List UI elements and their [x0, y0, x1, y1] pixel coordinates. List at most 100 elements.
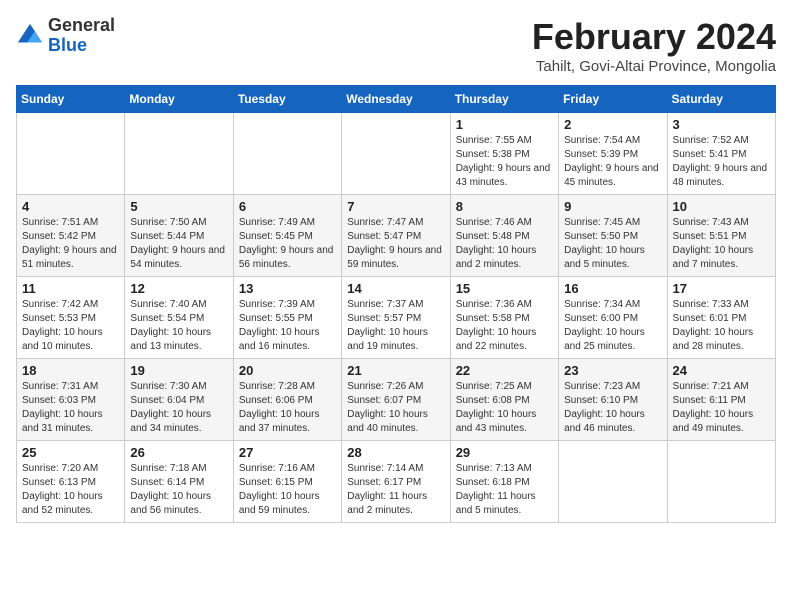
weekday-header: Wednesday: [342, 86, 450, 113]
calendar-cell: 7 Sunrise: 7:47 AM Sunset: 5:47 PM Daylig…: [342, 195, 450, 277]
weekday-header: Tuesday: [233, 86, 341, 113]
logo-text: General Blue: [48, 16, 115, 56]
day-number: 14: [347, 281, 444, 296]
day-number: 9: [564, 199, 661, 214]
day-info: Sunrise: 7:31 AM Sunset: 6:03 PM Dayligh…: [22, 380, 119, 436]
day-info: Sunrise: 7:30 AM Sunset: 6:04 PM Dayligh…: [130, 380, 227, 436]
calendar-cell: 26 Sunrise: 7:18 AM Sunset: 6:14 PM Dayli…: [125, 441, 233, 523]
day-number: 24: [673, 363, 770, 378]
day-number: 11: [22, 281, 119, 296]
day-number: 1: [456, 117, 553, 132]
day-number: 18: [22, 363, 119, 378]
day-info: Sunrise: 7:16 AM Sunset: 6:15 PM Dayligh…: [239, 462, 336, 518]
logo-icon: [16, 22, 44, 50]
day-info: Sunrise: 7:55 AM Sunset: 5:38 PM Dayligh…: [456, 134, 553, 190]
calendar-cell: 29 Sunrise: 7:13 AM Sunset: 6:18 PM Dayli…: [450, 441, 558, 523]
calendar-week-row: 11Sunrise: 7:42 AM Sunset: 5:53 PM Dayli…: [17, 277, 776, 359]
page-header: General Blue February 2024 Tahilt, Govi-…: [16, 16, 776, 75]
calendar-cell: 21Sunrise: 7:26 AM Sunset: 6:07 PM Dayli…: [342, 359, 450, 441]
day-info: Sunrise: 7:47 AM Sunset: 5:47 PM Dayligh…: [347, 216, 444, 272]
calendar-cell: 10 Sunrise: 7:43 AM Sunset: 5:51 PM Dayli…: [667, 195, 775, 277]
day-number: 29: [456, 445, 553, 460]
calendar-cell: 22Sunrise: 7:25 AM Sunset: 6:08 PM Dayli…: [450, 359, 558, 441]
day-number: 22: [456, 363, 553, 378]
calendar-cell: 18 Sunrise: 7:31 AM Sunset: 6:03 PM Dayli…: [17, 359, 125, 441]
calendar-cell: 25Sunrise: 7:20 AM Sunset: 6:13 PM Dayli…: [17, 441, 125, 523]
title-block: February 2024 Tahilt, Govi-Altai Provinc…: [532, 16, 776, 75]
day-number: 28: [347, 445, 444, 460]
calendar-cell: 9Sunrise: 7:45 AM Sunset: 5:50 PM Daylig…: [559, 195, 667, 277]
day-info: Sunrise: 7:23 AM Sunset: 6:10 PM Dayligh…: [564, 380, 661, 436]
day-info: Sunrise: 7:39 AM Sunset: 5:55 PM Dayligh…: [239, 298, 336, 354]
day-info: Sunrise: 7:26 AM Sunset: 6:07 PM Dayligh…: [347, 380, 444, 436]
day-info: Sunrise: 7:54 AM Sunset: 5:39 PM Dayligh…: [564, 134, 661, 190]
calendar-cell: 19Sunrise: 7:30 AM Sunset: 6:04 PM Dayli…: [125, 359, 233, 441]
day-number: 12: [130, 281, 227, 296]
day-number: 25: [22, 445, 119, 460]
day-info: Sunrise: 7:52 AM Sunset: 5:41 PM Dayligh…: [673, 134, 770, 190]
day-info: Sunrise: 7:51 AM Sunset: 5:42 PM Dayligh…: [22, 216, 119, 272]
calendar-cell: 23 Sunrise: 7:23 AM Sunset: 6:10 PM Dayli…: [559, 359, 667, 441]
calendar-cell: 27 Sunrise: 7:16 AM Sunset: 6:15 PM Dayli…: [233, 441, 341, 523]
day-number: 6: [239, 199, 336, 214]
calendar-cell: 20Sunrise: 7:28 AM Sunset: 6:06 PM Dayli…: [233, 359, 341, 441]
location: Tahilt, Govi-Altai Province, Mongolia: [532, 58, 776, 75]
day-number: 4: [22, 199, 119, 214]
calendar-week-row: 18 Sunrise: 7:31 AM Sunset: 6:03 PM Dayli…: [17, 359, 776, 441]
calendar-cell: 3 Sunrise: 7:52 AM Sunset: 5:41 PM Daylig…: [667, 113, 775, 195]
day-number: 23: [564, 363, 661, 378]
calendar-cell: 13 Sunrise: 7:39 AM Sunset: 5:55 PM Dayli…: [233, 277, 341, 359]
day-info: Sunrise: 7:36 AM Sunset: 5:58 PM Dayligh…: [456, 298, 553, 354]
day-info: Sunrise: 7:49 AM Sunset: 5:45 PM Dayligh…: [239, 216, 336, 272]
day-info: Sunrise: 7:13 AM Sunset: 6:18 PM Dayligh…: [456, 462, 553, 518]
calendar-cell: [125, 113, 233, 195]
day-info: Sunrise: 7:21 AM Sunset: 6:11 PM Dayligh…: [673, 380, 770, 436]
calendar-cell: [559, 441, 667, 523]
day-number: 27: [239, 445, 336, 460]
day-number: 10: [673, 199, 770, 214]
day-number: 17: [673, 281, 770, 296]
calendar-cell: [342, 113, 450, 195]
calendar-cell: 1 Sunrise: 7:55 AM Sunset: 5:38 PM Daylig…: [450, 113, 558, 195]
calendar-cell: 4 Sunrise: 7:51 AM Sunset: 5:42 PM Daylig…: [17, 195, 125, 277]
month-title: February 2024: [532, 16, 776, 58]
calendar-cell: 17 Sunrise: 7:33 AM Sunset: 6:01 PM Dayli…: [667, 277, 775, 359]
calendar-cell: [17, 113, 125, 195]
day-info: Sunrise: 7:14 AM Sunset: 6:17 PM Dayligh…: [347, 462, 444, 518]
day-number: 2: [564, 117, 661, 132]
day-info: Sunrise: 7:18 AM Sunset: 6:14 PM Dayligh…: [130, 462, 227, 518]
day-number: 16: [564, 281, 661, 296]
calendar-cell: 28 Sunrise: 7:14 AM Sunset: 6:17 PM Dayli…: [342, 441, 450, 523]
calendar-cell: 5 Sunrise: 7:50 AM Sunset: 5:44 PM Daylig…: [125, 195, 233, 277]
day-number: 26: [130, 445, 227, 460]
calendar-week-row: 25Sunrise: 7:20 AM Sunset: 6:13 PM Dayli…: [17, 441, 776, 523]
day-number: 13: [239, 281, 336, 296]
day-info: Sunrise: 7:50 AM Sunset: 5:44 PM Dayligh…: [130, 216, 227, 272]
day-number: 15: [456, 281, 553, 296]
logo: General Blue: [16, 16, 115, 56]
calendar-cell: [667, 441, 775, 523]
day-number: 7: [347, 199, 444, 214]
weekday-header: Saturday: [667, 86, 775, 113]
calendar-cell: 11Sunrise: 7:42 AM Sunset: 5:53 PM Dayli…: [17, 277, 125, 359]
day-info: Sunrise: 7:40 AM Sunset: 5:54 PM Dayligh…: [130, 298, 227, 354]
calendar-cell: 8 Sunrise: 7:46 AM Sunset: 5:48 PM Daylig…: [450, 195, 558, 277]
calendar-cell: 24 Sunrise: 7:21 AM Sunset: 6:11 PM Dayli…: [667, 359, 775, 441]
calendar-cell: 2 Sunrise: 7:54 AM Sunset: 5:39 PM Daylig…: [559, 113, 667, 195]
calendar-table: SundayMondayTuesdayWednesdayThursdayFrid…: [16, 85, 776, 523]
weekday-header: Friday: [559, 86, 667, 113]
logo-blue: Blue: [48, 36, 115, 56]
calendar-cell: 12 Sunrise: 7:40 AM Sunset: 5:54 PM Dayli…: [125, 277, 233, 359]
calendar-cell: 16Sunrise: 7:34 AM Sunset: 6:00 PM Dayli…: [559, 277, 667, 359]
day-info: Sunrise: 7:33 AM Sunset: 6:01 PM Dayligh…: [673, 298, 770, 354]
day-number: 3: [673, 117, 770, 132]
day-number: 8: [456, 199, 553, 214]
day-number: 5: [130, 199, 227, 214]
day-info: Sunrise: 7:43 AM Sunset: 5:51 PM Dayligh…: [673, 216, 770, 272]
calendar-cell: 14 Sunrise: 7:37 AM Sunset: 5:57 PM Dayli…: [342, 277, 450, 359]
day-info: Sunrise: 7:37 AM Sunset: 5:57 PM Dayligh…: [347, 298, 444, 354]
day-info: Sunrise: 7:46 AM Sunset: 5:48 PM Dayligh…: [456, 216, 553, 272]
calendar-cell: [233, 113, 341, 195]
calendar-cell: 15 Sunrise: 7:36 AM Sunset: 5:58 PM Dayli…: [450, 277, 558, 359]
weekday-header: Thursday: [450, 86, 558, 113]
